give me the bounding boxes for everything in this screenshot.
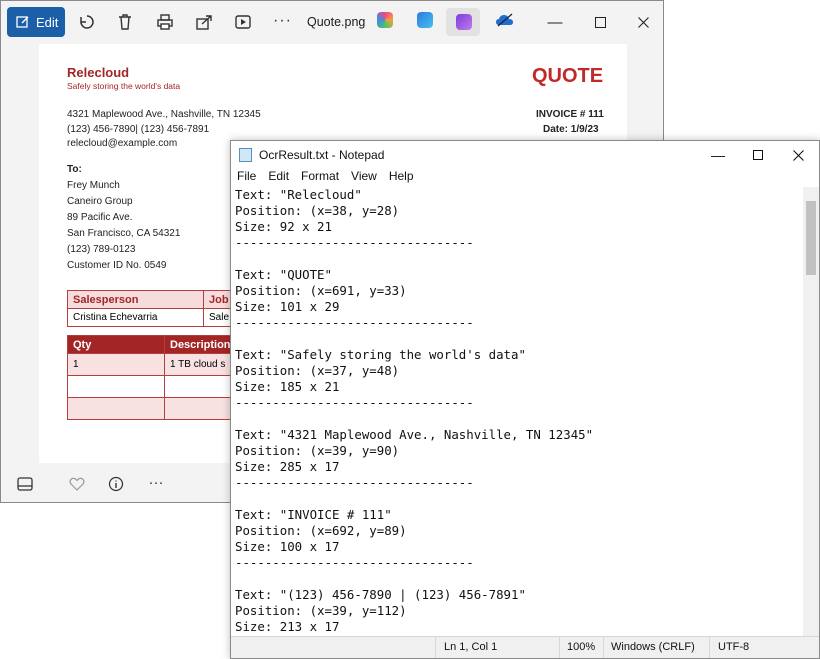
status-zoom: 100%: [567, 641, 596, 653]
edit-label: Edit: [36, 14, 59, 30]
company-phones: (123) 456-7890| (123) 456-7891: [67, 124, 210, 135]
notepad-menu-bar: File Edit Format View Help: [231, 169, 819, 187]
designer-icon[interactable]: [417, 12, 433, 28]
vertical-scrollbar[interactable]: [803, 187, 819, 639]
close-icon[interactable]: [634, 13, 652, 31]
more-icon[interactable]: ···: [147, 473, 165, 491]
edit-button[interactable]: Edit: [7, 7, 65, 37]
company-email: relecloud@example.com: [67, 138, 178, 149]
minimize-icon[interactable]: —: [709, 146, 727, 164]
photos-toolbar: Edit ··· Quote.png —: [1, 1, 663, 43]
status-divider: [709, 637, 710, 658]
salesperson-header: Salesperson: [67, 290, 204, 309]
video-icon[interactable]: [232, 11, 254, 33]
to-label: To:: [67, 164, 82, 175]
minimize-icon[interactable]: —: [546, 13, 564, 31]
delete-icon[interactable]: [114, 11, 136, 33]
invoice-date: Date: 1/9/23: [543, 124, 599, 135]
more-options-button[interactable]: ···: [273, 12, 292, 30]
status-divider: [603, 637, 604, 658]
to-line: 89 Pacific Ave.: [67, 212, 133, 223]
heart-icon[interactable]: [68, 475, 86, 493]
invoice-number: INVOICE # 111: [536, 109, 604, 120]
company-address: 4321 Maplewood Ave., Nashville, TN 12345: [67, 109, 261, 120]
company-name: Relecloud: [67, 65, 130, 80]
filmstrip-icon[interactable]: [16, 475, 34, 493]
to-line: Frey Munch: [67, 180, 120, 191]
qty-header: Qty: [67, 335, 165, 354]
copilot-icon[interactable]: [377, 12, 393, 28]
status-encoding: UTF-8: [718, 641, 750, 653]
menu-format[interactable]: Format: [295, 169, 345, 187]
scrollbar-thumb[interactable]: [806, 201, 816, 275]
file-name: Quote.png: [307, 15, 366, 29]
menu-edit[interactable]: Edit: [262, 169, 295, 187]
edit-icon: [16, 16, 29, 28]
info-icon[interactable]: [107, 475, 125, 493]
share-icon[interactable]: [193, 11, 215, 33]
clipchamp-icon[interactable]: [456, 14, 472, 30]
status-divider: [559, 637, 560, 658]
status-divider: [435, 637, 436, 658]
rotate-icon[interactable]: [76, 11, 98, 33]
notepad-window: OcrResult.txt - Notepad — File Edit Form…: [230, 140, 820, 659]
print-icon[interactable]: [154, 11, 176, 33]
notepad-status-bar: Ln 1, Col 1 100% Windows (CRLF) UTF-8: [231, 636, 819, 658]
to-line: Customer ID No. 0549: [67, 260, 167, 271]
notepad-app-icon: [239, 148, 252, 162]
maximize-icon[interactable]: [591, 13, 609, 31]
onedrive-icon[interactable]: [495, 12, 515, 28]
company-tagline: Safely storing the world's data: [67, 81, 181, 91]
to-line: San Francisco, CA 54321: [67, 228, 181, 239]
to-line: Caneiro Group: [67, 196, 133, 207]
notepad-text-area[interactable]: Text: "Relecloud" Position: (x=38, y=28)…: [235, 187, 803, 637]
maximize-icon[interactable]: [749, 146, 767, 164]
close-icon[interactable]: [789, 146, 807, 164]
to-line: (123) 789-0123: [67, 244, 136, 255]
status-position: Ln 1, Col 1: [444, 641, 498, 653]
row-qty: 1: [67, 353, 165, 376]
quote-title: QUOTE: [532, 65, 604, 87]
menu-view[interactable]: View: [345, 169, 383, 187]
items-table: Qty Description 1 1 TB cloud s: [67, 335, 256, 420]
notepad-title: OcrResult.txt - Notepad: [259, 148, 385, 162]
notepad-title-bar: OcrResult.txt - Notepad —: [231, 141, 819, 169]
table-cell: [67, 375, 165, 398]
menu-file[interactable]: File: [231, 169, 262, 187]
table-cell: [67, 397, 165, 420]
status-line-ending: Windows (CRLF): [611, 641, 695, 653]
menu-help[interactable]: Help: [383, 169, 420, 187]
salesperson-value: Cristina Echevarria: [67, 308, 204, 327]
